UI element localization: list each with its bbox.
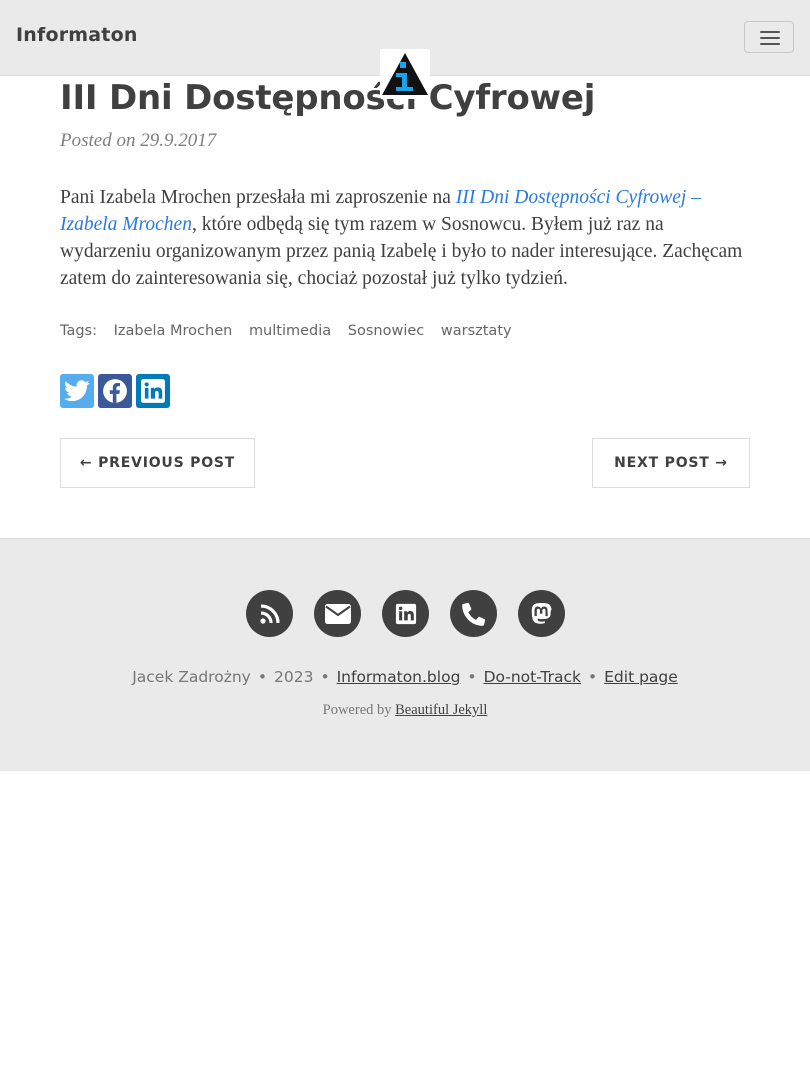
tags-label: Tags:	[60, 323, 97, 339]
tag-link[interactable]: Sosnowiec	[348, 323, 424, 339]
linkedin-icon	[395, 603, 416, 624]
rss-link[interactable]	[246, 590, 293, 637]
menu-toggle-button[interactable]	[744, 21, 794, 53]
share-facebook-button[interactable]	[98, 374, 132, 408]
next-post-button[interactable]: NEXT POST →	[592, 438, 750, 488]
avatar[interactable]	[380, 49, 430, 99]
informaton-logo-icon	[382, 53, 428, 95]
linkedin-icon	[141, 379, 165, 403]
powered-by-label: Powered by	[322, 702, 392, 718]
tag-link[interactable]: Izabela Mrochen	[114, 323, 233, 339]
footer-year: 2023	[273, 668, 314, 686]
share-buttons	[60, 374, 170, 408]
post-text-start: Pani Izabela Mrochen przesłała mi zapros…	[60, 187, 456, 208]
tag-link[interactable]: multimedia	[249, 323, 331, 339]
mastodon-icon	[531, 602, 551, 624]
footer-social-links	[246, 590, 565, 637]
facebook-icon	[103, 379, 127, 403]
tags-row: Tags: Izabela Mrochen multimedia Sosnowi…	[60, 323, 512, 339]
tag-link[interactable]: warsztaty	[441, 323, 512, 339]
footer-author: Jacek Zadrożny	[132, 668, 251, 686]
footer-site-link[interactable]: Informaton.blog	[337, 668, 461, 686]
footer: Jacek Zadrożny • 2023 • Informaton.blog • Do-n…	[0, 538, 810, 771]
post-title: III Dni Dostępności Cyfrowej	[60, 78, 596, 118]
envelope-icon	[324, 603, 351, 624]
footer-dnt-link[interactable]: Do-not-Track	[484, 668, 581, 686]
brand-link[interactable]: Informaton	[16, 24, 138, 46]
footer-edit-link[interactable]: Edit page	[604, 668, 678, 686]
rss-icon	[259, 603, 280, 624]
email-link[interactable]	[314, 590, 361, 637]
hamburger-icon	[760, 31, 780, 33]
previous-post-button[interactable]: ← PREVIOUS POST	[60, 438, 255, 488]
linkedin-link[interactable]	[382, 590, 429, 637]
phone-icon	[461, 602, 485, 626]
mastodon-link[interactable]	[518, 590, 565, 637]
share-twitter-button[interactable]	[60, 374, 94, 408]
footer-credits: Jacek Zadrożny • 2023 • Informaton.blog • Do-n…	[132, 668, 678, 686]
phone-link[interactable]	[450, 590, 497, 637]
post-date: Posted on 29.9.2017	[60, 130, 217, 151]
post-content: Pani Izabela Mrochen przesłała mi zapros…	[60, 184, 750, 292]
twitter-icon	[64, 380, 90, 402]
share-linkedin-button[interactable]	[136, 374, 170, 408]
theme-link[interactable]: Beautiful Jekyll	[395, 702, 487, 718]
powered-by: Powered by Beautiful Jekyll	[0, 702, 810, 719]
